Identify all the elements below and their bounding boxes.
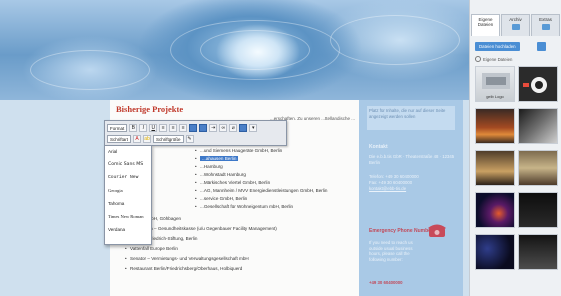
- file-browser-panel: Eigene Dateien Archiv Extras Dateien hoc…: [469, 0, 561, 296]
- numbered-list-icon[interactable]: [199, 124, 208, 132]
- selected-text: ...ahausen Berlin: [200, 156, 239, 161]
- list-item: ...und Siemens Haugeräte GmbH, Berlin: [195, 148, 282, 153]
- toolbar-row-1: Format B I U ≡ ≡ ≡ ⇥ ∞ ⌀ ▾: [107, 123, 258, 133]
- font-option-tahoma[interactable]: Tahoma: [108, 201, 124, 206]
- file-thumbnail[interactable]: [518, 150, 558, 186]
- list-item: Senator – Vermietungs- und Verwaltungsge…: [125, 256, 249, 261]
- list-item: ...AG, Mannheim / MVV Energiedienstleist…: [195, 188, 327, 193]
- file-thumbnail[interactable]: [475, 192, 515, 228]
- archive-icon: [511, 24, 520, 30]
- align-left-icon[interactable]: ≡: [159, 124, 168, 132]
- logo-thumbnail-image: [482, 73, 510, 89]
- phone-text: Telefon: +49 30 60400000: [369, 174, 419, 179]
- tab-label: Eigene Dateien: [477, 17, 494, 27]
- upload-button[interactable]: Dateien hochladen: [475, 42, 520, 51]
- toolbar-row-2: Schriftart A ab Schriftgröße ✎: [107, 134, 194, 144]
- emergency-text: If you need to reach us outside usual bu…: [369, 240, 413, 262]
- bullet-list-icon[interactable]: [189, 124, 198, 132]
- kontakt-heading: Kontakt: [369, 144, 388, 150]
- header-banner-image: [0, 0, 469, 100]
- tab-label: Archiv: [509, 17, 522, 22]
- list-item: AOK Berlin – Gesundheitskasse (u/u Gegen…: [125, 226, 277, 231]
- file-thumbnail[interactable]: [475, 234, 515, 270]
- font-option-arial[interactable]: Arial: [108, 149, 117, 154]
- list-item: ...Gesellschaft für Wohneigentum mbH, Be…: [195, 204, 293, 209]
- emergency-heading: Emergency Phone Number: [369, 228, 433, 234]
- list-item: ...Wohnstadt Hamburg: [195, 172, 246, 177]
- format-toolbar: Format B I U ≡ ≡ ≡ ⇥ ∞ ⌀ ▾ Schriftart A …: [104, 120, 287, 146]
- font-family-menu: Arial Comic Sans MS Courier New Georgia …: [104, 145, 152, 245]
- file-thumbnail[interactable]: [475, 150, 515, 186]
- align-center-icon[interactable]: ≡: [169, 124, 178, 132]
- emergency-number: +49 30 60400000: [369, 280, 403, 285]
- address-text: Die e.b.b.tis GbR · Theaterstraße 48 · 1…: [369, 154, 455, 165]
- bold-button[interactable]: B: [129, 124, 138, 132]
- tab-label: Extras: [539, 17, 552, 22]
- email-link[interactable]: kontakt@ebb-tis.de: [369, 186, 455, 192]
- fax-text: Fax: +49 30 60400000: [369, 180, 413, 185]
- list-item: ...Märkisches Viertel GmbH, Berlin: [195, 180, 270, 185]
- tab-eigene-dateien[interactable]: Eigene Dateien: [471, 14, 500, 36]
- font-option-comic-sans[interactable]: Comic Sans MS: [108, 162, 143, 167]
- more-icon[interactable]: ▾: [249, 124, 258, 132]
- play-thumbnail-image: [523, 77, 547, 93]
- link-icon[interactable]: ∞: [219, 124, 228, 132]
- list-item: Restaurant Berlin/Friedrichsberg/Oberhau…: [125, 266, 242, 271]
- page-heading: Bisherige Projekte: [116, 104, 184, 114]
- unlink-icon[interactable]: ⌀: [229, 124, 238, 132]
- file-thumbnail[interactable]: [518, 66, 558, 102]
- info-sidebar: Platz für Inhalte, die nur auf dieser Se…: [359, 100, 463, 296]
- underline-button[interactable]: U: [149, 124, 158, 132]
- font-size-select[interactable]: Schriftgröße: [153, 135, 184, 143]
- edit-icon[interactable]: ✎: [185, 135, 194, 143]
- list-item: ...Hamburg: [195, 164, 223, 169]
- tab-archiv[interactable]: Archiv: [501, 14, 530, 36]
- file-thumbnail[interactable]: [518, 192, 558, 228]
- file-thumbnail[interactable]: [475, 108, 515, 144]
- font-option-times[interactable]: Times New Roman: [108, 214, 144, 219]
- indent-icon[interactable]: ⇥: [209, 124, 218, 132]
- font-option-georgia[interactable]: Georgia: [108, 188, 123, 193]
- align-right-icon[interactable]: ≡: [179, 124, 188, 132]
- highlight-color-icon[interactable]: ab: [143, 135, 152, 143]
- telephone-icon: [428, 224, 446, 237]
- image-icon[interactable]: [239, 124, 248, 132]
- thumbnail-caption: gelb Logo: [486, 94, 504, 99]
- file-thumbnail[interactable]: gelb Logo: [475, 66, 515, 102]
- file-thumbnail[interactable]: [518, 108, 558, 144]
- text-color-icon[interactable]: A: [133, 135, 142, 143]
- file-thumbnail[interactable]: [518, 234, 558, 270]
- font-family-select[interactable]: Schriftart: [107, 135, 132, 143]
- format-select[interactable]: Format: [107, 124, 128, 132]
- upload-icon[interactable]: [537, 42, 546, 51]
- own-files-radio[interactable]: Eigene Dateien: [475, 56, 512, 62]
- italic-button[interactable]: I: [139, 124, 148, 132]
- panel-tabs: Eigene Dateien Archiv Extras: [470, 14, 561, 36]
- font-option-courier[interactable]: Courier New: [108, 175, 138, 180]
- list-item: ...service GmbH, Berlin: [195, 196, 247, 201]
- list-item: Vattenfall Europe Berlin: [125, 246, 178, 251]
- extras-icon: [541, 24, 550, 30]
- tab-extras[interactable]: Extras: [531, 14, 560, 36]
- page-editor: Bisherige Projekte ...erschaften. Zu uns…: [0, 0, 469, 296]
- font-option-verdana[interactable]: Verdana: [108, 227, 125, 232]
- list-item: ...ahausen Berlin: [195, 156, 239, 161]
- sidebar-note[interactable]: Platz für Inhalte, die nur auf dieser Se…: [367, 106, 455, 130]
